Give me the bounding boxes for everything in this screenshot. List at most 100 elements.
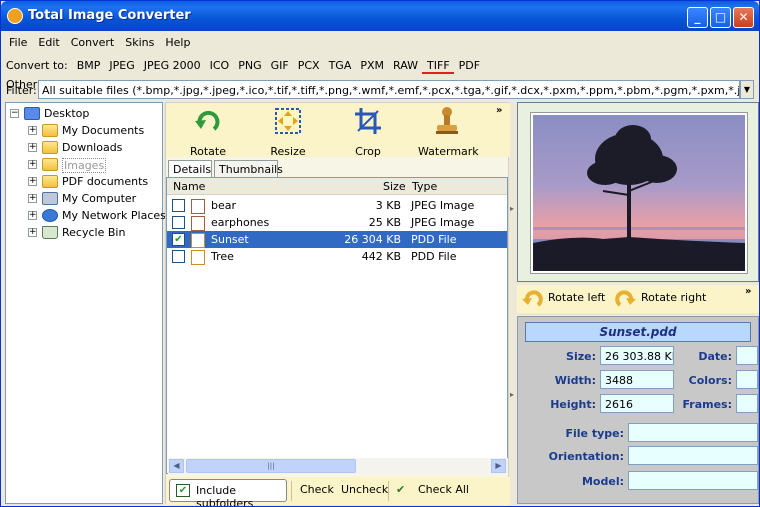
orientation-value (628, 446, 758, 465)
date-value (736, 346, 758, 365)
rotation-bar: Rotate left Rotate right » (517, 285, 759, 313)
rotate-right-button[interactable]: Rotate right (641, 291, 706, 304)
format-pdf[interactable]: PDF (454, 55, 484, 72)
menu-file[interactable]: File (3, 32, 32, 49)
tree-node-recycle-bin[interactable]: + Recycle Bin (28, 225, 162, 241)
preview-box (517, 102, 759, 282)
tree-node-desktop[interactable]: − Desktop (10, 106, 160, 122)
title-bar[interactable]: Total Image Converter _ □ ✕ (1, 1, 759, 31)
tree-node-pdf-documents[interactable]: + PDF documents (28, 174, 162, 190)
column-size[interactable]: Size (383, 180, 406, 193)
format-png[interactable]: PNG (233, 55, 265, 72)
tree-label: Images (62, 158, 107, 173)
expand-icon[interactable]: + (28, 160, 37, 169)
format-tga[interactable]: TGA (324, 55, 356, 72)
scroll-left-button[interactable]: ◀ (169, 459, 184, 473)
collapse-icon[interactable]: − (10, 109, 19, 118)
table-row[interactable]: Tree 442 KB PDD File (167, 248, 507, 265)
width-value: 3488 (600, 370, 674, 389)
close-button[interactable]: ✕ (733, 7, 754, 28)
preview-more-button[interactable]: » (745, 286, 751, 297)
minimize-button[interactable]: _ (687, 7, 708, 28)
action-toolbar: Rotate Resize Crop Watermark » (166, 103, 510, 158)
scroll-thumb[interactable]: ||| (186, 459, 356, 473)
tree-node-my-documents[interactable]: + My Documents (28, 123, 162, 139)
preview-image (531, 113, 747, 273)
toolbar-more-button[interactable]: » (496, 105, 502, 116)
file-size: 25 KB (368, 216, 401, 229)
check-all-button[interactable]: Check All (418, 483, 469, 496)
watermark-label: Watermark (418, 145, 479, 158)
orientation-label: Orientation: (548, 450, 624, 463)
tree-label: Desktop (44, 107, 90, 120)
filter-bar: Filter: All suitable files (*.bmp,*.jpg,… (1, 79, 759, 101)
tree-node-my-network-places[interactable]: + My Network Places (28, 208, 166, 224)
jpeg-file-icon (191, 216, 205, 231)
divider (388, 481, 389, 501)
tab-details[interactable]: Details (168, 160, 212, 177)
format-pxm[interactable]: PXM (355, 55, 388, 72)
tree-node-my-computer[interactable]: + My Computer (28, 191, 162, 207)
check-all-icon: ✔ (396, 483, 406, 496)
format-gif[interactable]: GIF (266, 55, 293, 72)
rotate-tool-button[interactable]: Rotate (186, 105, 230, 158)
expand-icon[interactable]: + (28, 228, 37, 237)
format-pcx[interactable]: PCX (293, 55, 324, 72)
expand-icon[interactable]: + (28, 194, 37, 203)
row-checkbox[interactable] (172, 199, 185, 212)
filter-select[interactable]: All suitable files (*.bmp,*.jpg,*.jpeg,*… (38, 80, 740, 99)
resize-label: Resize (270, 145, 306, 158)
tab-thumbnails[interactable]: Thumbnails (214, 160, 283, 177)
table-row[interactable]: ✔ Sunset 26 304 KB PDD File (167, 231, 507, 248)
model-value (628, 471, 758, 490)
rotate-left-button[interactable]: Rotate left (548, 291, 605, 304)
expand-icon[interactable]: + (28, 126, 37, 135)
row-checkbox[interactable] (172, 250, 185, 263)
row-checkbox[interactable] (172, 216, 185, 229)
row-checkbox[interactable]: ✔ (172, 233, 185, 246)
menu-edit[interactable]: Edit (32, 32, 64, 49)
expand-icon[interactable]: + (28, 177, 37, 186)
width-label: Width: (554, 374, 596, 387)
format-ico[interactable]: ICO (205, 55, 234, 72)
file-type: JPEG Image (411, 199, 475, 212)
format-jpeg2000[interactable]: JPEG 2000 (139, 55, 205, 72)
column-type[interactable]: Type (412, 180, 437, 193)
splitter-arrow-icon: ▸ (510, 204, 515, 213)
column-name[interactable]: Name (173, 180, 205, 193)
scroll-right-button[interactable]: ▶ (491, 459, 506, 473)
file-type: PDD File (411, 250, 457, 263)
date-label: Date: (698, 350, 732, 363)
table-row[interactable]: earphones 25 KB JPEG Image (167, 214, 507, 231)
resize-tool-button[interactable]: Resize (266, 105, 310, 158)
menu-skins[interactable]: Skins (119, 32, 159, 49)
horizontal-scrollbar[interactable]: ◀ ||| ▶ (168, 458, 508, 474)
tree-node-images[interactable]: + Images (28, 157, 162, 173)
uncheck-button[interactable]: Uncheck (341, 483, 388, 496)
file-size: 3 KB (375, 199, 401, 212)
rotate-left-icon[interactable] (521, 288, 543, 310)
model-label: Model: (581, 475, 624, 488)
maximize-button[interactable]: □ (710, 7, 731, 28)
format-tiff[interactable]: TIFF (422, 55, 454, 74)
expand-icon[interactable]: + (28, 211, 37, 220)
menu-convert[interactable]: Convert (65, 32, 120, 49)
folder-icon (42, 175, 58, 188)
table-row[interactable]: bear 3 KB JPEG Image (167, 197, 507, 214)
crop-label: Crop (355, 145, 381, 158)
app-icon[interactable] (7, 8, 23, 24)
format-jpeg[interactable]: JPEG (104, 55, 138, 72)
tree-label: Recycle Bin (62, 226, 126, 239)
crop-tool-button[interactable]: Crop (346, 105, 390, 158)
expand-icon[interactable]: + (28, 143, 37, 152)
menu-help[interactable]: Help (159, 32, 195, 49)
convert-bar: Convert to: BMP JPEG JPEG 2000 ICO PNG GIF PCX T… (1, 55, 513, 91)
include-subfolders-button[interactable]: ✔ Include subfolders (169, 479, 287, 506)
check-button[interactable]: Check (300, 483, 334, 496)
tree-node-downloads[interactable]: + Downloads (28, 140, 162, 156)
filter-dropdown-button[interactable]: ▼ (740, 80, 754, 99)
format-raw[interactable]: RAW (388, 55, 422, 72)
format-bmp[interactable]: BMP (72, 55, 105, 72)
rotate-right-icon[interactable] (615, 288, 637, 310)
watermark-tool-button[interactable]: Watermark (418, 105, 479, 158)
